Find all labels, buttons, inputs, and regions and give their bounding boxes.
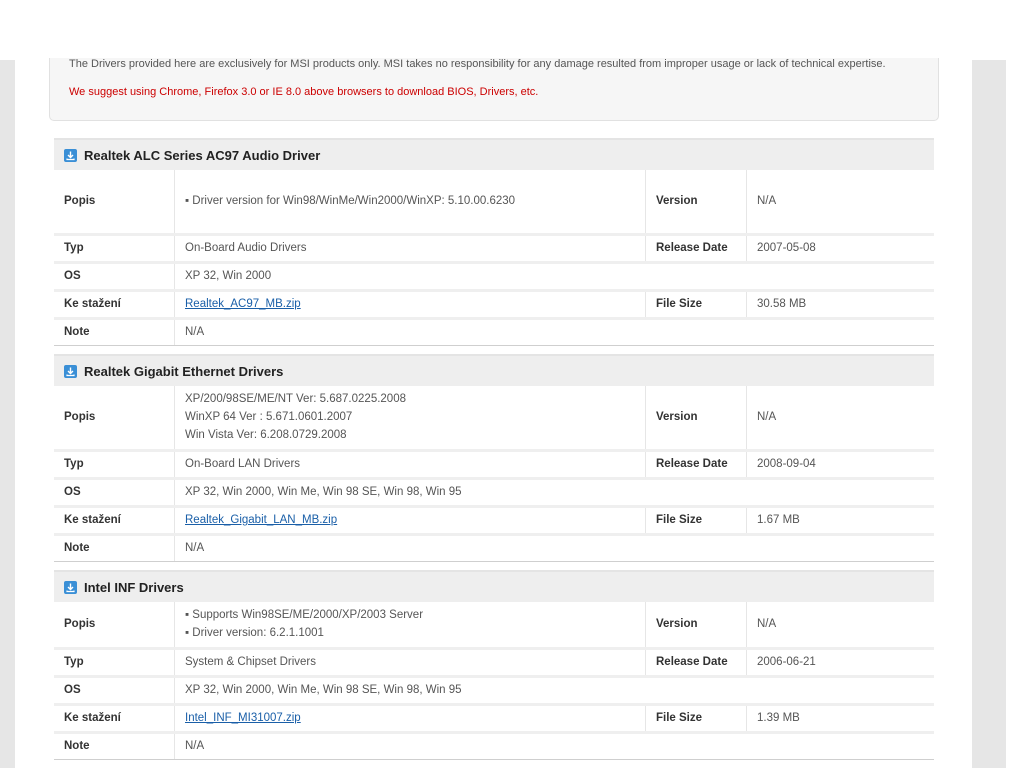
table-row: Popis XP/200/98SE/ME/NT Ver: 5.687.0225.… bbox=[54, 386, 934, 452]
table-row: Ke stažení Realtek_AC97_MB.zip File Size… bbox=[54, 290, 934, 320]
os-label: OS bbox=[54, 262, 175, 292]
version-value: N/A bbox=[746, 602, 934, 650]
driver-section-header: Realtek Gigabit Ethernet Drivers bbox=[54, 354, 934, 386]
type-label: Typ bbox=[54, 648, 175, 678]
driver-section-header: Intel INF Drivers bbox=[54, 570, 934, 602]
type-value: System & Chipset Drivers bbox=[174, 648, 646, 678]
download-label: Ke stažení bbox=[54, 290, 175, 320]
description-value: XP/200/98SE/ME/NT Ver: 5.687.0225.2008 W… bbox=[174, 386, 646, 452]
file-size-value: 1.39 MB bbox=[746, 704, 934, 734]
version-value: N/A bbox=[746, 170, 934, 236]
table-row: Note N/A bbox=[54, 318, 934, 346]
download-link[interactable]: Intel_INF_MI31007.zip bbox=[185, 712, 301, 724]
driver-title: Realtek ALC Series AC97 Audio Driver bbox=[84, 147, 321, 163]
release-date-value: 2007-05-08 bbox=[746, 234, 934, 264]
release-date-value: 2008-09-04 bbox=[746, 450, 934, 480]
table-row: OS XP 32, Win 2000, Win Me, Win 98 SE, W… bbox=[54, 676, 934, 706]
os-value: XP 32, Win 2000 bbox=[174, 262, 934, 292]
note-value: N/A bbox=[174, 534, 934, 562]
disclaimer-text: The Drivers provided here are exclusivel… bbox=[69, 58, 886, 70]
download-icon bbox=[64, 364, 77, 378]
left-page-gutter bbox=[0, 60, 15, 768]
note-label: Note bbox=[54, 534, 175, 562]
browser-tip-text: We suggest using Chrome, Firefox 3.0 or … bbox=[69, 86, 539, 98]
release-date-label: Release Date bbox=[645, 450, 747, 480]
table-row: Ke stažení Realtek_Gigabit_LAN_MB.zip Fi… bbox=[54, 506, 934, 536]
description-value: ▪ Supports Win98SE/ME/2000/XP/2003 Serve… bbox=[174, 602, 646, 650]
note-value: N/A bbox=[174, 318, 934, 346]
os-label: OS bbox=[54, 478, 175, 508]
table-row: OS XP 32, Win 2000, Win Me, Win 98 SE, W… bbox=[54, 478, 934, 508]
os-value: XP 32, Win 2000, Win Me, Win 98 SE, Win … bbox=[174, 478, 934, 508]
download-cell: Realtek_Gigabit_LAN_MB.zip bbox=[174, 506, 646, 536]
driver-section-header: Realtek ALC Series AC97 Audio Driver bbox=[54, 138, 934, 170]
description-line: ▪ Driver version for Win98/WinMe/Win2000… bbox=[185, 195, 516, 208]
file-size-label: File Size bbox=[645, 506, 747, 536]
table-row: OS XP 32, Win 2000 bbox=[54, 262, 934, 292]
note-label: Note bbox=[54, 318, 175, 346]
table-row: Typ System & Chipset Drivers Release Dat… bbox=[54, 648, 934, 678]
download-link[interactable]: Realtek_AC97_MB.zip bbox=[185, 298, 301, 310]
driver-section: Realtek ALC Series AC97 Audio Driver Pop… bbox=[54, 138, 934, 346]
description-label: Popis bbox=[54, 602, 175, 650]
version-label: Version bbox=[645, 170, 747, 236]
top-header-bar bbox=[0, 0, 1024, 60]
description-line: WinXP 64 Ver : 5.671.0601.2007 bbox=[185, 411, 353, 424]
download-icon bbox=[64, 580, 77, 594]
table-row: Note N/A bbox=[54, 732, 934, 760]
type-value: On-Board Audio Drivers bbox=[174, 234, 646, 264]
version-label: Version bbox=[645, 386, 747, 452]
note-value: N/A bbox=[174, 732, 934, 760]
type-value: On-Board LAN Drivers bbox=[174, 450, 646, 480]
driver-details-table: Popis XP/200/98SE/ME/NT Ver: 5.687.0225.… bbox=[54, 386, 934, 562]
os-value: XP 32, Win 2000, Win Me, Win 98 SE, Win … bbox=[174, 676, 934, 706]
table-row: Popis ▪ Driver version for Win98/WinMe/W… bbox=[54, 170, 934, 236]
type-label: Typ bbox=[54, 450, 175, 480]
description-line: ▪ Driver version: 6.2.1.1001 bbox=[185, 627, 324, 640]
table-row: Popis ▪ Supports Win98SE/ME/2000/XP/2003… bbox=[54, 602, 934, 650]
driver-details-table: Popis ▪ Supports Win98SE/ME/2000/XP/2003… bbox=[54, 602, 934, 760]
file-size-value: 1.67 MB bbox=[746, 506, 934, 536]
table-row: Note N/A bbox=[54, 534, 934, 562]
download-label: Ke stažení bbox=[54, 506, 175, 536]
table-row: Typ On-Board LAN Drivers Release Date 20… bbox=[54, 450, 934, 480]
description-label: Popis bbox=[54, 386, 175, 452]
description-line: ▪ Supports Win98SE/ME/2000/XP/2003 Serve… bbox=[185, 609, 424, 622]
file-size-label: File Size bbox=[645, 704, 747, 734]
driver-section: Intel INF Drivers Popis ▪ Supports Win98… bbox=[54, 570, 934, 760]
driver-title: Intel INF Drivers bbox=[84, 579, 184, 595]
driver-details-table: Popis ▪ Driver version for Win98/WinMe/W… bbox=[54, 170, 934, 346]
right-page-gutter bbox=[972, 60, 1006, 768]
file-size-value: 30.58 MB bbox=[746, 290, 934, 320]
release-date-label: Release Date bbox=[645, 648, 747, 678]
download-link[interactable]: Realtek_Gigabit_LAN_MB.zip bbox=[185, 514, 337, 526]
version-value: N/A bbox=[746, 386, 934, 452]
type-label: Typ bbox=[54, 234, 175, 264]
download-cell: Realtek_AC97_MB.zip bbox=[174, 290, 646, 320]
download-label: Ke stažení bbox=[54, 704, 175, 734]
description-label: Popis bbox=[54, 170, 175, 236]
download-cell: Intel_INF_MI31007.zip bbox=[174, 704, 646, 734]
download-icon bbox=[64, 148, 77, 162]
notice-box: The Drivers provided here are exclusivel… bbox=[49, 58, 939, 121]
table-row: Ke stažení Intel_INF_MI31007.zip File Si… bbox=[54, 704, 934, 734]
main-content: The Drivers provided here are exclusivel… bbox=[15, 58, 972, 768]
os-label: OS bbox=[54, 676, 175, 706]
driver-title: Realtek Gigabit Ethernet Drivers bbox=[84, 363, 284, 379]
release-date-label: Release Date bbox=[645, 234, 747, 264]
driver-section: Realtek Gigabit Ethernet Drivers Popis X… bbox=[54, 354, 934, 562]
description-line: XP/200/98SE/ME/NT Ver: 5.687.0225.2008 bbox=[185, 393, 406, 406]
table-row: Typ On-Board Audio Drivers Release Date … bbox=[54, 234, 934, 264]
file-size-label: File Size bbox=[645, 290, 747, 320]
description-line: Win Vista Ver: 6.208.0729.2008 bbox=[185, 429, 347, 442]
note-label: Note bbox=[54, 732, 175, 760]
description-value: ▪ Driver version for Win98/WinMe/Win2000… bbox=[174, 170, 646, 236]
version-label: Version bbox=[645, 602, 747, 650]
release-date-value: 2006-06-21 bbox=[746, 648, 934, 678]
